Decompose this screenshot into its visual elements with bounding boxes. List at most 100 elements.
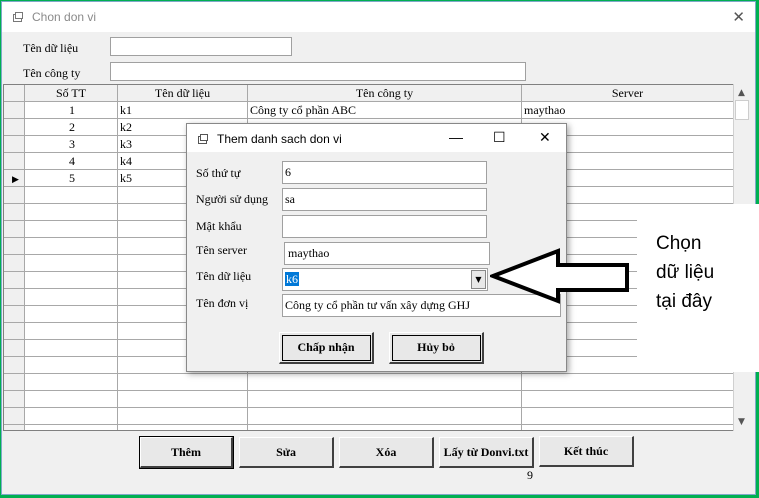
row-selector[interactable] bbox=[4, 187, 25, 204]
empty-cell[interactable] bbox=[25, 340, 118, 357]
load-file-button[interactable]: Lấy từ Donvi.txt bbox=[439, 437, 534, 468]
empty-cell[interactable] bbox=[25, 425, 118, 430]
column-header[interactable]: Server bbox=[522, 85, 733, 102]
row-selector[interactable] bbox=[4, 153, 25, 170]
add-button[interactable]: Thêm bbox=[139, 436, 234, 469]
empty-cell[interactable] bbox=[118, 374, 248, 391]
maximize-icon[interactable]: ☐ bbox=[493, 129, 506, 146]
empty-cell[interactable] bbox=[118, 391, 248, 408]
database-combo-value: k6 bbox=[285, 272, 299, 286]
empty-cell[interactable] bbox=[248, 374, 522, 391]
password-input[interactable] bbox=[282, 215, 487, 238]
annotation-line: Chọn bbox=[656, 233, 702, 254]
password-label: Mật khẩu bbox=[196, 219, 242, 233]
table-cell[interactable]: maythao bbox=[522, 102, 733, 119]
empty-cell[interactable] bbox=[25, 187, 118, 204]
row-selector[interactable] bbox=[4, 272, 25, 289]
dialog-title-bar: Them danh sach don vi — ☐ ✕ bbox=[187, 124, 566, 152]
row-selector[interactable] bbox=[4, 102, 25, 119]
empty-cell[interactable] bbox=[25, 357, 118, 374]
empty-cell[interactable] bbox=[25, 323, 118, 340]
empty-cell[interactable] bbox=[25, 272, 118, 289]
empty-cell[interactable] bbox=[522, 408, 733, 425]
row-selector[interactable] bbox=[4, 306, 25, 323]
stt-label: Số thứ tự bbox=[196, 166, 241, 180]
row-selector[interactable] bbox=[4, 323, 25, 340]
row-selector[interactable] bbox=[4, 289, 25, 306]
edit-button[interactable]: Sửa bbox=[239, 437, 334, 468]
chevron-down-icon[interactable]: ▼ bbox=[471, 270, 486, 289]
window-title: Chon don vi bbox=[32, 10, 97, 24]
empty-cell[interactable] bbox=[248, 391, 522, 408]
table-cell[interactable]: 5 bbox=[25, 170, 118, 187]
window-icon bbox=[198, 134, 208, 144]
empty-cell[interactable] bbox=[25, 289, 118, 306]
empty-cell[interactable] bbox=[522, 374, 733, 391]
user-input[interactable]: sa bbox=[282, 188, 487, 211]
table-cell[interactable]: 1 bbox=[25, 102, 118, 119]
minimize-icon[interactable]: — bbox=[449, 129, 463, 145]
column-header[interactable]: Số TT bbox=[25, 85, 118, 102]
empty-cell[interactable] bbox=[25, 374, 118, 391]
table-cell[interactable]: 2 bbox=[25, 119, 118, 136]
row-selector[interactable] bbox=[4, 357, 25, 374]
close-icon[interactable]: ✕ bbox=[732, 8, 745, 26]
database-combo[interactable]: k6 ▼ bbox=[282, 268, 488, 291]
row-selector[interactable] bbox=[4, 119, 25, 136]
row-selector[interactable] bbox=[4, 391, 25, 408]
column-header[interactable]: Tên công ty bbox=[248, 85, 522, 102]
empty-cell[interactable] bbox=[25, 255, 118, 272]
empty-cell[interactable] bbox=[522, 425, 733, 430]
company-input[interactable] bbox=[110, 62, 526, 81]
row-selector[interactable] bbox=[4, 408, 25, 425]
row-selector[interactable] bbox=[4, 255, 25, 272]
row-selector[interactable] bbox=[4, 238, 25, 255]
finish-button[interactable]: Kết thúc bbox=[539, 436, 634, 467]
delete-button[interactable]: Xóa bbox=[339, 437, 434, 468]
annotation-line: dữ liệu bbox=[656, 262, 715, 283]
company-label: Tên công ty bbox=[23, 66, 81, 80]
stt-input[interactable]: 6 bbox=[282, 161, 487, 184]
row-selector[interactable] bbox=[4, 340, 25, 357]
empty-cell[interactable] bbox=[25, 408, 118, 425]
row-selector[interactable] bbox=[4, 136, 25, 153]
empty-cell[interactable] bbox=[25, 238, 118, 255]
accept-button[interactable]: Chấp nhận bbox=[279, 332, 374, 364]
empty-cell[interactable] bbox=[118, 408, 248, 425]
table-cell[interactable]: 4 bbox=[25, 153, 118, 170]
grid-corner bbox=[4, 85, 25, 102]
table-cell[interactable]: 3 bbox=[25, 136, 118, 153]
empty-cell[interactable] bbox=[248, 408, 522, 425]
empty-cell[interactable] bbox=[25, 221, 118, 238]
scroll-up-icon[interactable]: ▲ bbox=[738, 88, 745, 98]
table-cell[interactable]: k1 bbox=[118, 102, 248, 119]
row-selector[interactable] bbox=[4, 374, 25, 391]
empty-cell[interactable] bbox=[118, 425, 248, 430]
row-selector[interactable] bbox=[4, 425, 25, 430]
close-icon[interactable]: ✕ bbox=[539, 129, 551, 146]
row-selector[interactable]: ▶ bbox=[4, 170, 25, 187]
current-row-icon: ▶ bbox=[12, 175, 19, 185]
column-header[interactable]: Tên dữ liệu bbox=[118, 85, 248, 102]
row-selector[interactable] bbox=[4, 204, 25, 221]
empty-cell[interactable] bbox=[248, 425, 522, 430]
left-arrow-icon bbox=[490, 248, 629, 304]
database-input[interactable] bbox=[110, 37, 292, 56]
server-input[interactable]: maythao bbox=[284, 242, 490, 265]
scroll-thumb[interactable] bbox=[735, 100, 749, 120]
annotation-note: Chọn dữ liệu tại đây bbox=[637, 204, 759, 372]
scroll-down-icon[interactable]: ▼ bbox=[738, 417, 745, 427]
combo-label: Tên dữ liệu bbox=[196, 269, 252, 283]
dialog-title: Them danh sach don vi bbox=[217, 132, 342, 146]
empty-cell[interactable] bbox=[522, 391, 733, 408]
table-cell[interactable]: Công ty cổ phần ABC bbox=[248, 102, 522, 119]
title-bar: Chon don vi ✕ bbox=[2, 2, 755, 32]
row-selector[interactable] bbox=[4, 221, 25, 238]
empty-cell[interactable] bbox=[25, 204, 118, 221]
unit-label: Tên đơn vị bbox=[196, 296, 249, 310]
empty-cell[interactable] bbox=[25, 391, 118, 408]
database-label: Tên dữ liệu bbox=[23, 41, 79, 55]
empty-cell[interactable] bbox=[25, 306, 118, 323]
cancel-button[interactable]: Hủy bỏ bbox=[389, 332, 484, 364]
page-number: 9 bbox=[527, 468, 533, 482]
